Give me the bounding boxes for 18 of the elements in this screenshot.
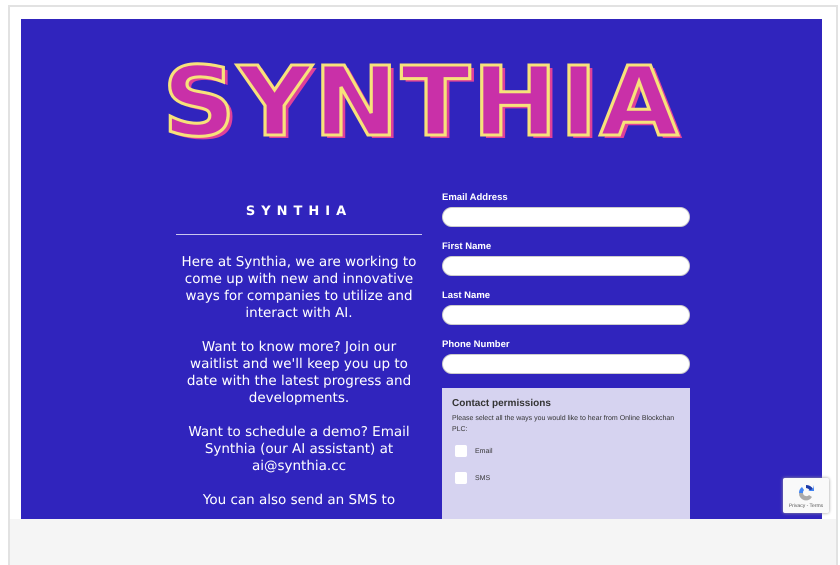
field-label: First Name [442, 241, 492, 252]
recaptcha-icon [796, 482, 816, 502]
intro-paragraph: Here at Synthia, we are working to come up with new and innovative ways for companies to utilize and interact with AI. [180, 254, 418, 322]
panel-title: Contact permissions [452, 398, 552, 409]
input-field[interactable] [442, 256, 690, 276]
field-label: Phone Number [442, 339, 511, 350]
logo-wordmark: SYNTHIA [162, 52, 681, 152]
intro-paragraph: Want to know more? Join our waitlist and we'll keep you up to date with the latest progress and developments. [186, 339, 412, 407]
checkbox[interactable] [455, 445, 467, 457]
field-label: Last Name [442, 290, 492, 301]
input-field[interactable] [442, 207, 690, 227]
intro-paragraph: Want to schedule a demo? Email Synthia (our AI assistant) at ai@synthia.cc [187, 424, 411, 475]
intro-paragraph: You can also send an SMS to [202, 492, 396, 509]
input-field[interactable] [442, 354, 690, 374]
field-label: Email Address [442, 192, 509, 203]
section-heading: SYNTHIA [244, 203, 354, 220]
checkbox[interactable] [455, 472, 467, 484]
input-field[interactable] [442, 305, 690, 325]
